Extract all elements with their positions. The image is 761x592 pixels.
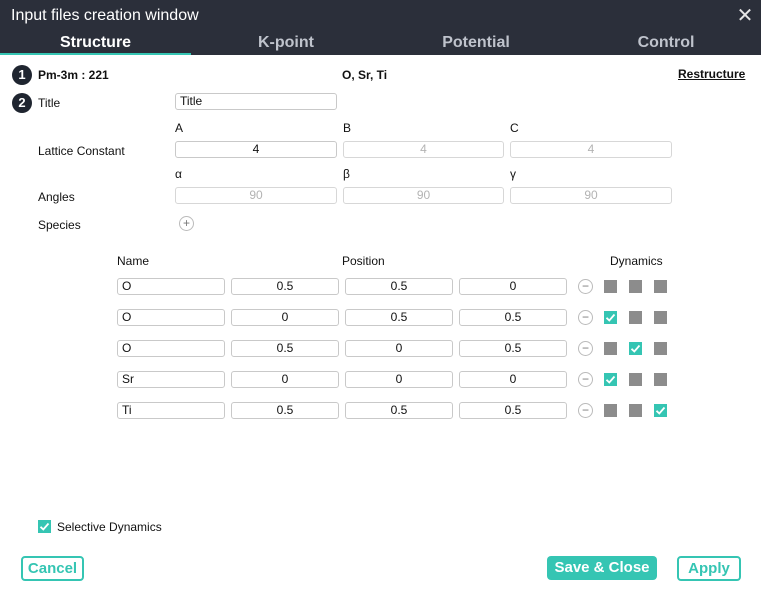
dynamics-z-checkbox[interactable] (654, 342, 667, 355)
spacegroup-label: Pm-3m : 221 (38, 68, 109, 82)
cancel-button[interactable]: Cancel (21, 556, 84, 581)
remove-species-minus-icon[interactable]: − (578, 279, 593, 294)
position-y-input[interactable]: 0.5 (345, 278, 453, 295)
title-input[interactable]: Title (175, 93, 337, 110)
position-x-input[interactable]: 0 (231, 309, 339, 326)
name-column-header: Name (117, 254, 150, 268)
active-tab-indicator (0, 53, 191, 55)
dynamics-x-checkbox[interactable] (604, 280, 617, 293)
beta-input: 90 (343, 187, 504, 204)
lattice-b-input: 4 (343, 141, 504, 158)
title-label: Title (38, 96, 61, 110)
dynamics-column-header: Dynamics (610, 254, 663, 268)
position-x-input[interactable]: 0 (231, 371, 339, 388)
position-x-input[interactable]: 0.5 (231, 402, 339, 419)
dynamics-x-checkbox[interactable] (604, 404, 617, 417)
dynamics-z-checkbox[interactable] (654, 373, 667, 386)
dynamics-y-checkbox[interactable] (629, 280, 642, 293)
check-icon (39, 522, 50, 531)
dynamics-y-checkbox[interactable] (629, 342, 642, 355)
lattice-a-input[interactable]: 4 (175, 141, 337, 158)
position-y-input[interactable]: 0 (345, 371, 453, 388)
position-column-header: Position (342, 254, 385, 268)
tab-control[interactable]: Control (571, 34, 761, 52)
check-icon (630, 344, 641, 353)
check-icon (605, 313, 616, 322)
position-z-input[interactable]: 0.5 (459, 402, 567, 419)
title-bar: Input files creation window ✕ (0, 0, 761, 34)
species-name-input[interactable]: O (117, 340, 225, 357)
tab-structure[interactable]: Structure (0, 34, 191, 52)
remove-species-minus-icon[interactable]: − (578, 310, 593, 325)
close-icon[interactable]: ✕ (735, 6, 755, 26)
step-2-badge: 2 (12, 93, 32, 113)
gamma-label: γ (510, 167, 516, 181)
lattice-constant-label: Lattice Constant (38, 144, 125, 158)
position-y-input[interactable]: 0.5 (345, 309, 453, 326)
restructure-link[interactable]: Restructure (678, 67, 745, 81)
lattice-a-label: A (175, 121, 184, 135)
alpha-input: 90 (175, 187, 337, 204)
save-close-button[interactable]: Save & Close (547, 556, 657, 580)
dynamics-z-checkbox[interactable] (654, 280, 667, 293)
angles-label: Angles (38, 190, 75, 204)
lattice-c-input: 4 (510, 141, 672, 158)
remove-species-minus-icon[interactable]: − (578, 403, 593, 418)
tab-potential[interactable]: Potential (381, 34, 571, 52)
beta-label: β (343, 167, 350, 181)
species-name-input[interactable]: Ti (117, 402, 225, 419)
step-1-badge: 1 (12, 65, 32, 85)
position-z-input[interactable]: 0.5 (459, 309, 567, 326)
elements-label: O, Sr, Ti (342, 68, 388, 82)
lattice-c-label: C (510, 121, 519, 135)
lattice-b-label: B (343, 121, 352, 135)
position-y-input[interactable]: 0.5 (345, 402, 453, 419)
input-files-window: Input files creation window ✕ Structure … (0, 0, 761, 592)
alpha-label: α (175, 167, 182, 181)
dynamics-z-checkbox[interactable] (654, 311, 667, 324)
dynamics-x-checkbox[interactable] (604, 342, 617, 355)
species-name-input[interactable]: Sr (117, 371, 225, 388)
position-z-input[interactable]: 0 (459, 371, 567, 388)
selective-dynamics-checkbox[interactable] (38, 520, 51, 533)
apply-button[interactable]: Apply (677, 556, 741, 581)
check-icon (605, 375, 616, 384)
check-icon (655, 406, 666, 415)
position-z-input[interactable]: 0.5 (459, 340, 567, 357)
remove-species-minus-icon[interactable]: − (578, 341, 593, 356)
species-name-input[interactable]: O (117, 278, 225, 295)
add-species-plus-icon[interactable]: + (179, 216, 194, 231)
window-title: Input files creation window (11, 7, 199, 24)
dynamics-z-checkbox[interactable] (654, 404, 667, 417)
position-z-input[interactable]: 0 (459, 278, 567, 295)
species-label: Species (38, 218, 81, 232)
dynamics-x-checkbox[interactable] (604, 373, 617, 386)
tab-k-point[interactable]: K-point (191, 34, 381, 52)
position-x-input[interactable]: 0.5 (231, 278, 339, 295)
dynamics-y-checkbox[interactable] (629, 311, 642, 324)
dynamics-y-checkbox[interactable] (629, 404, 642, 417)
tab-bar: Structure K-point Potential Control (0, 32, 761, 55)
species-name-input[interactable]: O (117, 309, 225, 326)
position-y-input[interactable]: 0 (345, 340, 453, 357)
dynamics-x-checkbox[interactable] (604, 311, 617, 324)
remove-species-minus-icon[interactable]: − (578, 372, 593, 387)
position-x-input[interactable]: 0.5 (231, 340, 339, 357)
gamma-input: 90 (510, 187, 672, 204)
selective-dynamics-label: Selective Dynamics (57, 520, 162, 534)
dynamics-y-checkbox[interactable] (629, 373, 642, 386)
